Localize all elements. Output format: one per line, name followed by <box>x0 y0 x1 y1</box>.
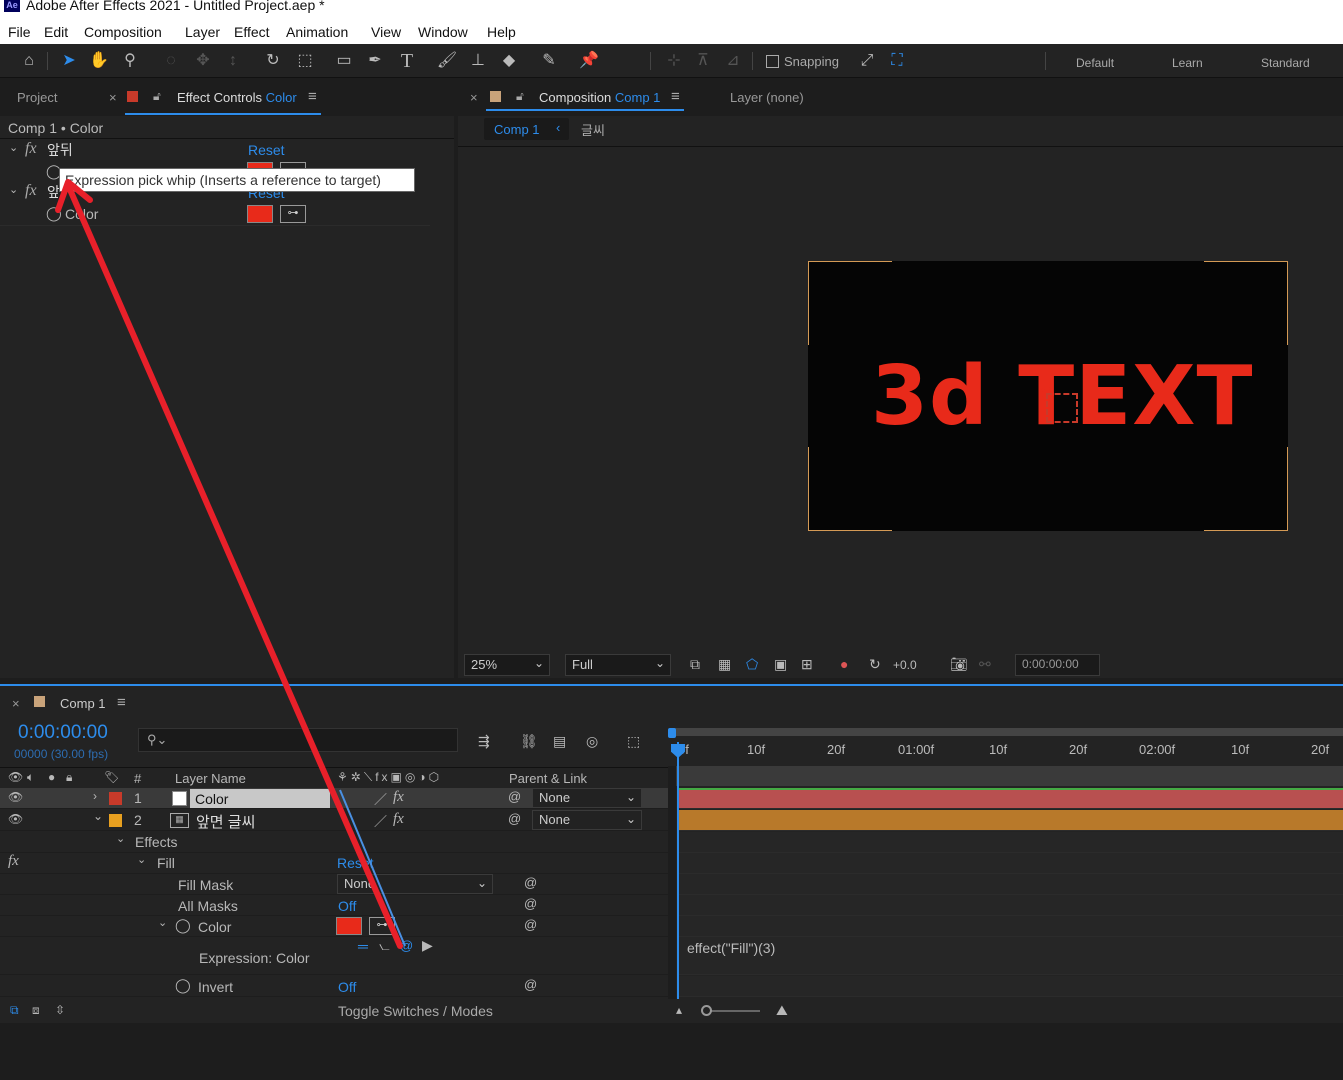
red-arrow-annotation <box>65 182 403 949</box>
pick-whip-line <box>339 789 406 947</box>
annotation-overlay <box>55 179 406 949</box>
